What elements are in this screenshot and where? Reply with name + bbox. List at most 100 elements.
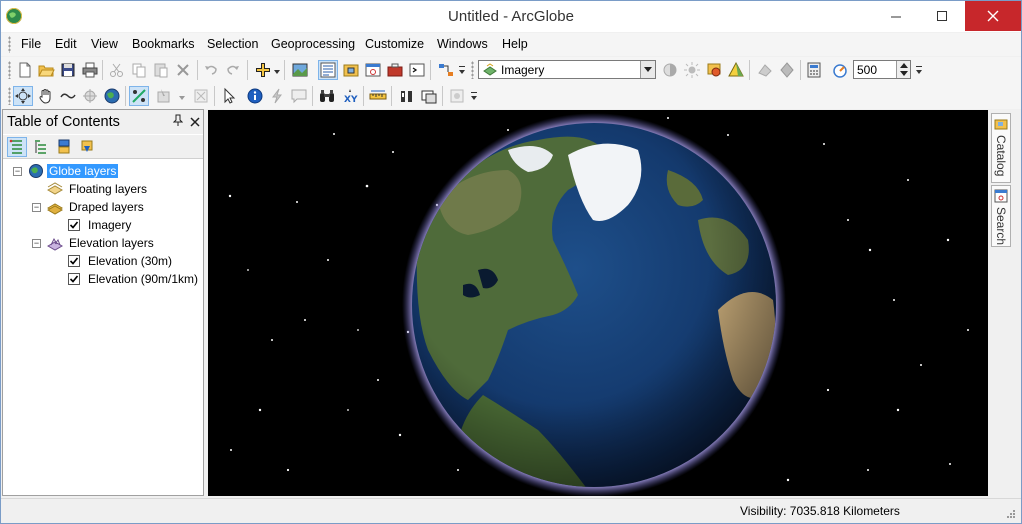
search-tab[interactable]: Search [991,185,1011,247]
tree-node-elevation-30m[interactable]: Elevation (30m) [88,252,172,270]
minimize-button[interactable] [873,1,918,31]
paste-button[interactable] [151,60,171,80]
tree-node-imagery[interactable]: Imagery [88,216,131,234]
hyperlink-button[interactable] [267,86,287,106]
toolbox-button[interactable] [385,60,405,80]
tree-node-elevation-90m[interactable]: Elevation (90m/1km) [88,270,198,288]
select-elements-button[interactable] [219,86,239,106]
html-popup-button[interactable] [289,86,309,106]
cut-button[interactable] [107,60,127,80]
search-window-button[interactable] [363,60,383,80]
clear-selection-icon [194,89,208,103]
toolbar-grip[interactable] [8,61,11,79]
animation-button[interactable] [447,86,467,106]
pan-tool-button[interactable] [36,86,56,106]
imagery-visibility-checkbox[interactable] [68,219,80,231]
list-by-source-button[interactable] [31,137,51,157]
maximize-button[interactable] [919,1,964,31]
go-to-xy-button[interactable]: XY [340,86,360,106]
layer-combo[interactable]: Imagery [478,60,656,79]
clear-selection-button[interactable] [191,86,211,106]
observer-mode-button[interactable] [129,86,149,106]
menu-view[interactable]: View [91,37,118,51]
draped-layers-collapse[interactable]: − [32,203,41,212]
layer-properties-button[interactable] [704,60,724,80]
list-by-selection-button[interactable] [77,137,97,157]
list-by-drawing-order-button[interactable] [7,137,27,157]
resize-grip-icon[interactable] [1004,509,1016,521]
speed-stepper[interactable]: 500 [853,60,911,79]
layer-combo-dropdown[interactable] [640,61,655,78]
tree-node-elevation-layers[interactable]: Elevation layers [69,234,154,252]
redo-button[interactable] [223,60,243,80]
arctoolbox-button[interactable] [341,60,361,80]
elevation-button[interactable] [726,60,746,80]
add-data-button[interactable] [253,60,273,80]
toolbar-separator [312,86,313,106]
menu-edit[interactable]: Edit [55,37,77,51]
globe-toolbar-grip[interactable] [471,61,474,79]
create-viewer-button[interactable] [419,86,439,106]
menu-geoprocessing[interactable]: Geoprocessing [271,37,355,51]
swipe-layer-button[interactable] [660,60,680,80]
list-by-visibility-button[interactable] [54,137,74,157]
globe-canvas[interactable] [208,110,988,496]
full-extent-button[interactable] [102,86,122,106]
undo-button[interactable] [201,60,221,80]
select-features-button[interactable] [154,86,174,106]
fly-tool-button[interactable] [58,86,78,106]
copy-button[interactable] [129,60,149,80]
spin-down-icon[interactable] [900,71,908,76]
globe-display[interactable] [208,110,988,496]
toolbar-overflow-icon[interactable] [916,63,922,77]
sun-position-button[interactable] [682,60,702,80]
navigation-speed-button[interactable] [830,60,850,80]
paste-icon [154,63,168,78]
menu-bookmarks[interactable]: Bookmarks [132,37,195,51]
globe-layers-collapse[interactable]: − [13,167,22,176]
menu-help[interactable]: Help [502,37,528,51]
menubar-grip[interactable] [8,36,11,53]
find-button[interactable] [317,86,337,106]
elevation-30m-checkbox[interactable] [68,255,80,267]
navigate-tool-button[interactable] [13,86,33,106]
menu-file[interactable]: File [21,37,41,51]
elevation-layers-collapse[interactable]: − [32,239,41,248]
print-button[interactable] [80,60,100,80]
toolbar-overflow-icon[interactable] [459,63,465,77]
python-window-button[interactable] [407,60,427,80]
toolbar-grip[interactable] [8,87,11,105]
menu-selection[interactable]: Selection [207,37,258,51]
delete-button[interactable] [173,60,193,80]
tree-node-globe-layers[interactable]: Globe layers [47,162,119,180]
catalog-tab[interactable]: Catalog [991,113,1011,183]
menu-windows[interactable]: Windows [437,37,488,51]
identify-button[interactable] [245,86,265,106]
calculator-button[interactable] [804,60,824,80]
zoom-target-button[interactable] [80,86,100,106]
spin-up-icon[interactable] [900,63,908,68]
time-slider-button[interactable] [397,86,417,106]
speed-spinner[interactable] [896,61,910,78]
toolbar-overflow-icon[interactable] [471,89,477,103]
model-builder-button[interactable] [436,60,456,80]
maximize-icon [936,11,947,21]
close-button[interactable] [965,1,1021,31]
pin-icon[interactable] [173,114,183,126]
transparency-button[interactable] [755,60,775,80]
elevation-90m-checkbox[interactable] [68,273,80,285]
select-dropdown-icon[interactable] [179,91,185,105]
full-screen-button[interactable] [290,60,310,80]
save-button[interactable] [58,60,78,80]
open-button[interactable] [36,60,56,80]
toc-window-button[interactable] [318,60,338,80]
add-data-dropdown-icon[interactable] [274,65,280,79]
tree-node-floating-layers[interactable]: Floating layers [69,180,147,198]
close-panel-icon[interactable] [189,116,201,128]
measure-button[interactable] [368,86,388,106]
new-document-button[interactable] [15,60,35,80]
tree-node-draped-layers[interactable]: Draped layers [69,198,144,216]
undo-icon [205,65,217,75]
shadow-button[interactable] [777,60,797,80]
menu-customize[interactable]: Customize [365,37,424,51]
